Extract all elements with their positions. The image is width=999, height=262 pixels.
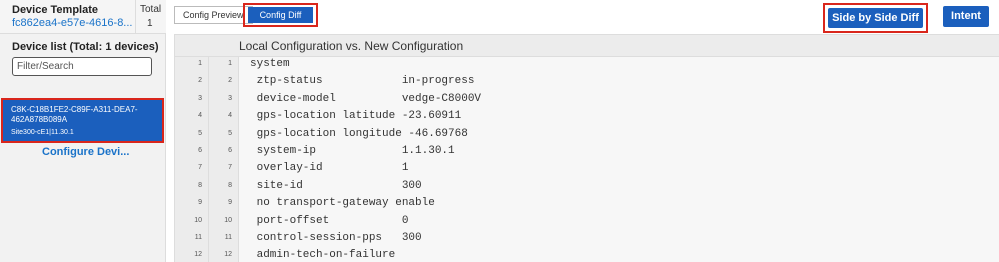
device-template-label: Device Template [12,4,99,16]
line-number-local: 1 [198,60,202,67]
line-number-local: 11 [194,234,202,241]
total-value: 1 [147,18,153,29]
config-line: port-offset 0 [250,214,409,227]
device-template-id[interactable]: fc862ea4-e57e-4616-8... [12,17,132,29]
config-tab-bar: Config Preview [174,6,253,24]
tab-config-diff[interactable]: Config Diff [248,7,313,23]
line-number-new: 10 [224,216,232,224]
diff-title: Local Configuration vs. New Configuratio… [239,39,464,53]
intent-button[interactable]: Intent [943,6,989,27]
line-number-local: 8 [198,181,202,189]
line-number-local: 6 [198,147,202,154]
line-gutter-local: 1 2 3 4 5 6 7 8 9 10 11 12 [175,57,209,262]
line-number-new: 8 [228,181,232,189]
line-number-new: 5 [228,129,232,137]
side-by-side-diff-button[interactable]: Side by Side Diff [828,8,923,28]
device-template-box: Device Template fc862ea4-e57e-4616-8... … [0,0,166,34]
line-number-local: 3 [198,94,202,102]
line-number-local: 4 [198,112,202,120]
config-diff-highlight: Config Diff [243,3,318,27]
line-number-local: 7 [198,164,202,172]
line-number-local: 9 [198,199,202,207]
side-by-side-highlight: Side by Side Diff [823,3,928,33]
configure-device-link[interactable]: Configure Devi... [42,146,129,158]
config-line: system-ip 1.1.30.1 [250,145,455,157]
config-line: control-session-pps 300 [250,232,422,244]
device-id: C8K-C18B1FE2-C89F-A311-DEA7-462A878B089A [11,105,138,124]
line-number-new: 12 [224,251,232,259]
line-number-new: 7 [228,164,232,172]
config-line: device-model vedge-C8000V [250,92,482,105]
config-line: ztp-status in-progress [250,75,475,88]
config-line: system [250,58,290,70]
diff-panel: Local Configuration vs. New Configuratio… [174,34,999,262]
diff-header: Local Configuration vs. New Configuratio… [175,35,999,57]
total-label: Total [140,4,162,15]
divider [135,0,136,34]
line-number-local: 12 [194,251,202,259]
config-line: overlay-id 1 [250,162,409,175]
line-number-new: 4 [228,112,232,120]
device-detail: Site300-cE1|11.30.1 [11,129,74,136]
config-line: gps-location longitude -46.69768 [250,127,468,140]
device-list-item[interactable]: C8K-C18B1FE2-C89F-A311-DEA7-462A878B089A… [1,98,164,143]
device-list-title: Device list (Total: 1 devices) [12,41,159,53]
line-number-new: 1 [228,60,232,67]
line-number-local: 5 [198,129,202,137]
config-line: site-id 300 [250,179,422,192]
line-number-new: 6 [228,147,232,154]
config-line: gps-location latitude -23.60911 [250,110,462,123]
left-panel: Device Template fc862ea4-e57e-4616-8... … [0,0,166,262]
line-number-local: 10 [194,216,202,224]
line-number-new: 11 [224,234,232,241]
line-gutter-new: 1 2 3 4 5 6 7 8 9 10 11 12 [209,57,239,262]
config-line: no transport-gateway enable [250,197,435,210]
line-number-new: 9 [228,199,232,207]
tab-config-preview[interactable]: Config Preview [174,6,253,24]
filter-search-input[interactable] [12,57,152,76]
line-number-new: 3 [228,94,232,102]
line-number-local: 2 [198,77,202,85]
line-number-new: 2 [228,77,232,85]
config-line: admin-tech-on-failure [250,249,396,262]
